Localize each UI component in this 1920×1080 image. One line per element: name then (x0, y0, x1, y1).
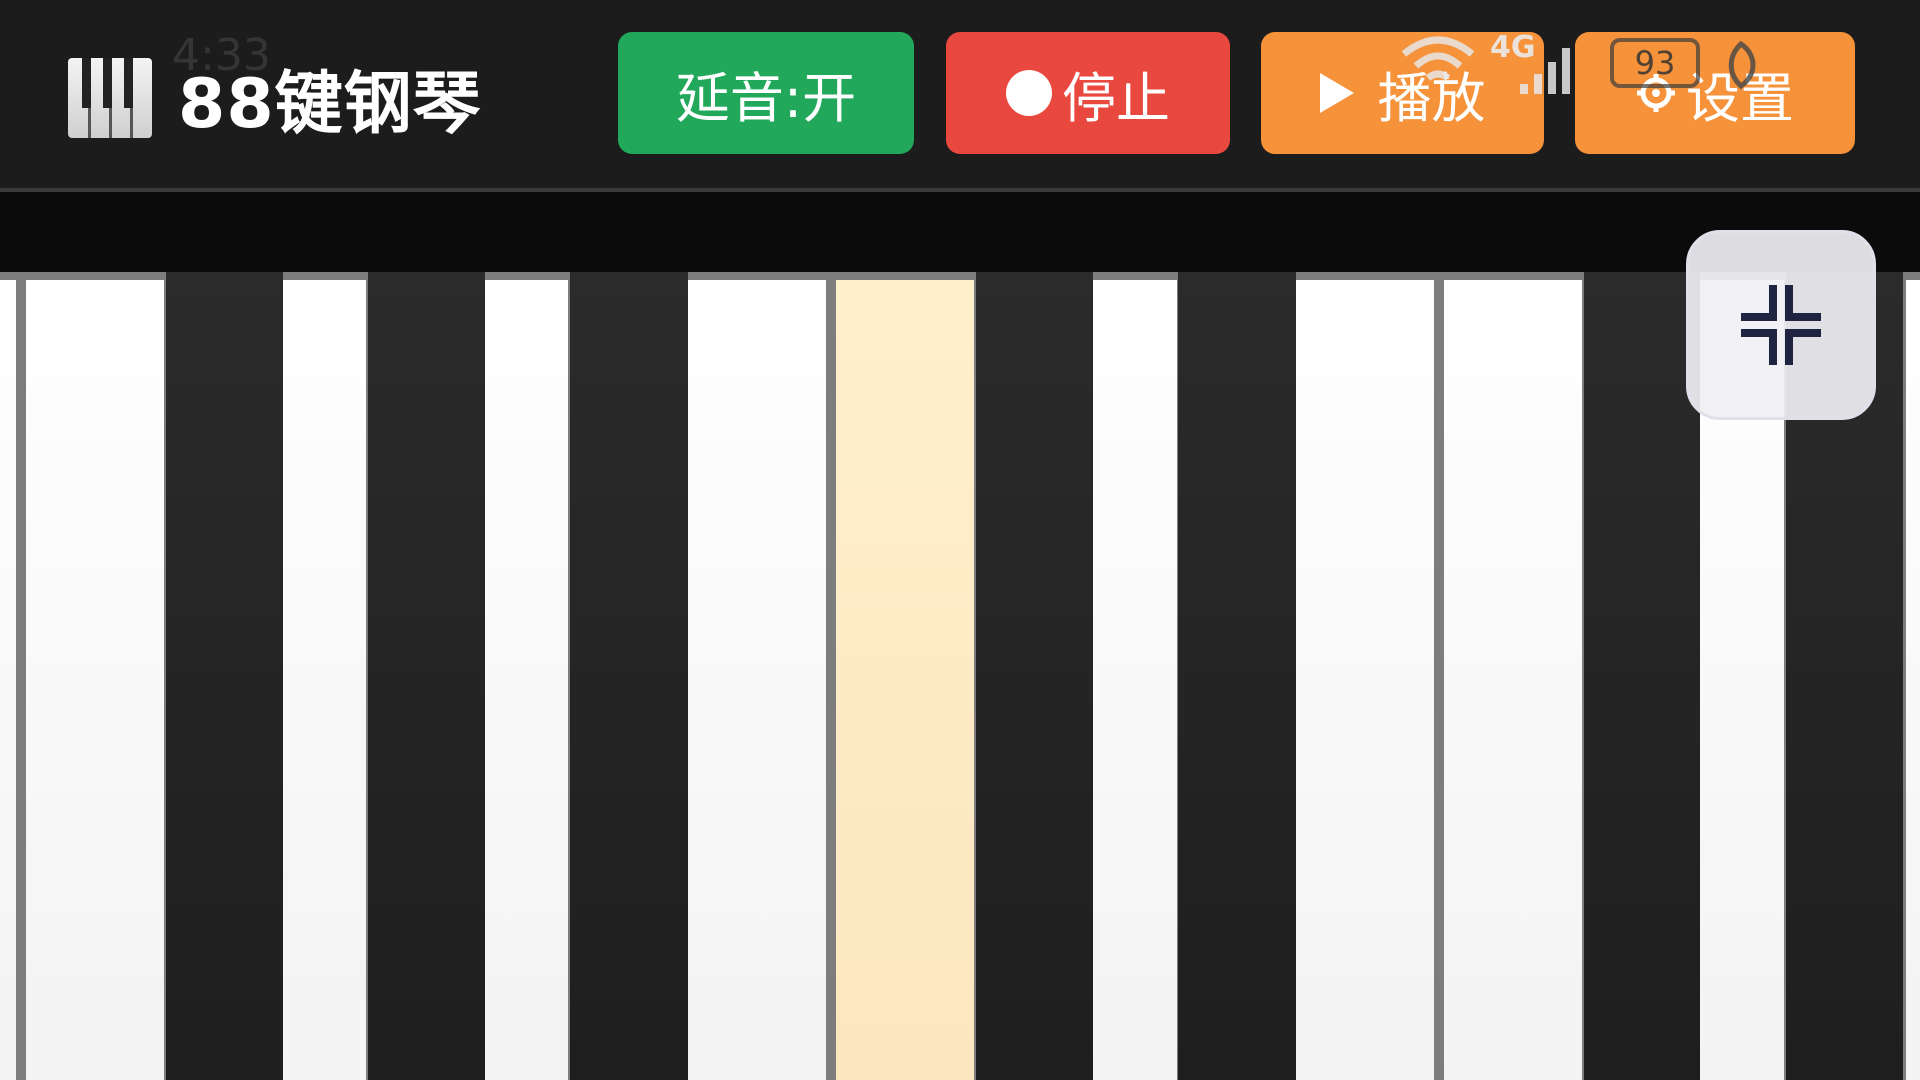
keyboard-top-band (0, 192, 1920, 272)
black-key-4[interactable] (976, 272, 1093, 1080)
white-key-3[interactable] (484, 280, 568, 1080)
header-bar: 4:33 88键钢琴 延音:开 停止 播放 设置 4G 93 (0, 0, 1920, 192)
piano-app: 4:33 88键钢琴 延音:开 停止 播放 设置 4G 93 (0, 0, 1920, 1080)
sustain-toggle-button[interactable]: 延音:开 (618, 32, 914, 154)
signal-icon (1520, 48, 1570, 94)
white-key-6[interactable] (1092, 280, 1177, 1080)
white-key-1[interactable] (26, 280, 164, 1080)
white-key-5-pressed[interactable] (836, 280, 974, 1080)
piano-keys-icon (68, 58, 152, 138)
white-key-8[interactable] (1444, 280, 1582, 1080)
white-key-4[interactable] (688, 280, 826, 1080)
black-key-2[interactable] (368, 272, 485, 1080)
record-dot-icon (1006, 70, 1052, 116)
stop-button[interactable]: 停止 (946, 32, 1230, 154)
battery-level: 93 (1634, 44, 1676, 82)
black-key-1[interactable] (166, 272, 283, 1080)
white-key-10[interactable] (1906, 280, 1920, 1080)
black-key-6[interactable] (1584, 272, 1700, 1080)
collapse-icon (1741, 285, 1821, 365)
sustain-label: 延音:开 (675, 66, 857, 130)
wifi-icon (1401, 36, 1475, 81)
piano-keyboard (0, 272, 1920, 1080)
app-title: 88键钢琴 (178, 65, 482, 144)
power-saving-icon (1728, 40, 1756, 90)
white-key-2[interactable] (281, 280, 366, 1080)
collapse-button[interactable] (1686, 230, 1876, 420)
white-key-0[interactable] (0, 280, 16, 1080)
stop-label: 停止 (1062, 66, 1170, 130)
battery-indicator: 93 (1610, 38, 1700, 88)
play-icon (1319, 73, 1368, 113)
black-key-3[interactable] (570, 272, 688, 1080)
black-key-5[interactable] (1178, 272, 1296, 1080)
white-key-7[interactable] (1296, 280, 1434, 1080)
